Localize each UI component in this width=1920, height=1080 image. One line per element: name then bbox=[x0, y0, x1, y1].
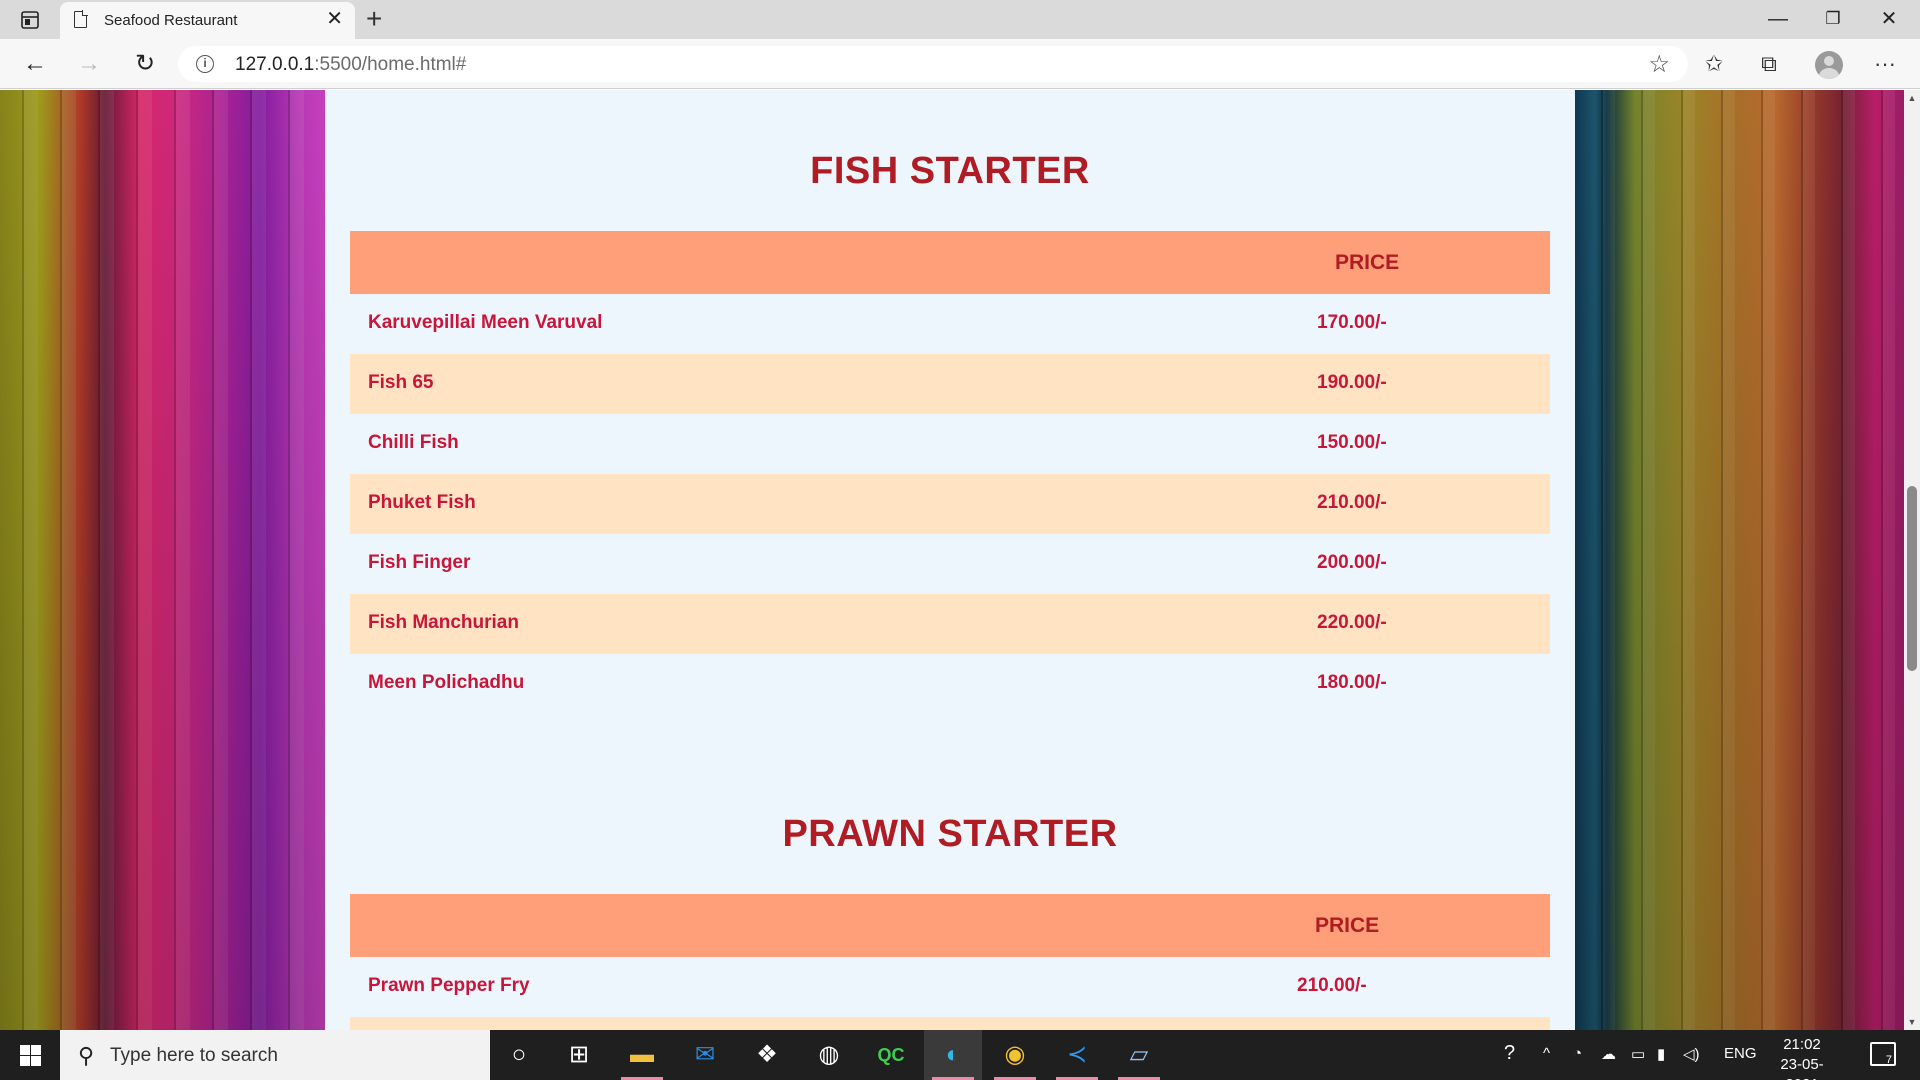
chrome-icon[interactable]: ◉ bbox=[986, 1030, 1044, 1080]
url-text: 127.0.0.1:5500/home.html# bbox=[235, 54, 466, 76]
menu-table-prawn: PRICE Prawn Pepper Fry 210.00/- bbox=[350, 894, 1550, 1030]
device-icon[interactable]: ▭ bbox=[1631, 1045, 1645, 1063]
price-header: PRICE bbox=[1335, 251, 1400, 274]
price-header: PRICE bbox=[1315, 914, 1380, 937]
item-name: Karuvepillai Meen Varuval bbox=[368, 312, 603, 333]
windows-taskbar: ⚲ Type here to search ○ ⊞ ▬ ✉ ❖ ◍ QC ◐ ◉… bbox=[0, 1030, 1920, 1080]
clock-time: 21:02 bbox=[1783, 1036, 1821, 1053]
item-price: 200.00/- bbox=[1317, 552, 1387, 573]
menu-content: FISH STARTER PRICE Karuvepillai Meen Var… bbox=[325, 90, 1575, 1030]
add-favorite-icon[interactable]: ☆ bbox=[1648, 50, 1670, 79]
cortana-icon[interactable]: ○ bbox=[490, 1030, 548, 1080]
table-row: Fish Finger 200.00/- bbox=[350, 534, 1550, 594]
collections-icon[interactable]: ⧉ bbox=[1752, 47, 1786, 81]
search-icon: ⚲ bbox=[78, 1043, 95, 1068]
onedrive-icon[interactable]: ☁ bbox=[1601, 1045, 1616, 1063]
scrollbar-thumb[interactable] bbox=[1907, 486, 1917, 671]
notifications-icon[interactable]: 7 bbox=[1870, 1042, 1896, 1066]
tab-strip: Seafood Restaurant ✕ + — ❐ ✕ bbox=[0, 0, 1920, 39]
table-row: Fish 65 190.00/- bbox=[350, 354, 1550, 414]
wood-background-left bbox=[0, 90, 325, 1030]
table-row: Fish Manchurian 220.00/- bbox=[350, 594, 1550, 654]
mail-icon[interactable]: ✉ bbox=[676, 1030, 734, 1080]
wifi-icon[interactable]: ◔ bbox=[1573, 1045, 1582, 1062]
github-icon[interactable]: ◍ bbox=[800, 1030, 858, 1080]
language-indicator[interactable]: ENG bbox=[1724, 1045, 1757, 1062]
edge-icon[interactable]: ◐ bbox=[924, 1030, 982, 1080]
tab-title: Seafood Restaurant bbox=[104, 12, 238, 29]
item-name: Prawn Pepper Fry bbox=[368, 975, 530, 996]
table-row: Prawn Pepper Fry 210.00/- bbox=[350, 957, 1550, 1017]
tab-seafood-restaurant[interactable]: Seafood Restaurant ✕ bbox=[60, 2, 355, 39]
refresh-button[interactable]: ↻ bbox=[128, 48, 162, 80]
section-title-prawn-starter: PRAWN STARTER bbox=[782, 813, 1118, 855]
site-info-icon[interactable]: i bbox=[196, 55, 214, 73]
table-row bbox=[350, 1017, 1550, 1030]
close-window-button[interactable]: ✕ bbox=[1866, 4, 1912, 34]
item-price: 150.00/- bbox=[1317, 432, 1387, 453]
item-price: 170.00/- bbox=[1317, 312, 1387, 333]
help-icon[interactable]: ? bbox=[1504, 1042, 1515, 1065]
more-options-icon[interactable]: ··· bbox=[1868, 47, 1902, 81]
restore-button[interactable]: ❐ bbox=[1810, 4, 1856, 34]
volume-icon[interactable]: ◁) bbox=[1683, 1045, 1700, 1063]
wood-background-right bbox=[1575, 90, 1904, 1030]
table-row: Karuvepillai Meen Varuval 170.00/- bbox=[350, 294, 1550, 354]
table-row: Phuket Fish 210.00/- bbox=[350, 474, 1550, 534]
back-button[interactable]: ← bbox=[18, 48, 52, 80]
notepad-icon[interactable]: ▱ bbox=[1110, 1030, 1168, 1080]
item-price: 210.00/- bbox=[1297, 975, 1367, 996]
url-path: :5500/home.html# bbox=[314, 54, 467, 75]
scroll-down-icon[interactable]: ▼ bbox=[1904, 1014, 1920, 1030]
battery-icon[interactable]: ▮ bbox=[1657, 1045, 1665, 1063]
vscode-icon[interactable]: ≺ bbox=[1048, 1030, 1106, 1080]
new-tab-button[interactable]: + bbox=[366, 4, 382, 34]
clock-date: 23-05-2021 bbox=[1780, 1056, 1824, 1080]
clock[interactable]: 21:02 23-05-2021 bbox=[1764, 1035, 1840, 1080]
item-name: Fish Finger bbox=[368, 552, 471, 573]
table-header: PRICE bbox=[350, 894, 1550, 957]
file-explorer-icon[interactable]: ▬ bbox=[613, 1030, 671, 1080]
tab-actions-icon[interactable] bbox=[10, 7, 50, 33]
item-price: 180.00/- bbox=[1317, 672, 1387, 693]
profile-avatar[interactable] bbox=[1815, 51, 1843, 79]
qt-creator-icon[interactable]: QC bbox=[862, 1030, 920, 1080]
item-price: 190.00/- bbox=[1317, 372, 1387, 393]
item-name: Fish 65 bbox=[368, 372, 434, 393]
address-bar: ← → ↻ i 127.0.0.1:5500/home.html# ☆ ✩ ⧉ … bbox=[0, 39, 1920, 89]
page-viewport: FISH STARTER PRICE Karuvepillai Meen Var… bbox=[0, 90, 1904, 1030]
vertical-scrollbar[interactable]: ▲ ▼ bbox=[1904, 90, 1920, 1030]
chevron-up-icon[interactable]: ^ bbox=[1543, 1045, 1550, 1062]
item-price: 210.00/- bbox=[1317, 492, 1387, 513]
scroll-up-icon[interactable]: ▲ bbox=[1904, 90, 1920, 106]
item-name: Chilli Fish bbox=[368, 432, 459, 453]
url-host: 127.0.0.1 bbox=[235, 54, 315, 75]
page-icon bbox=[74, 10, 88, 28]
item-price: 220.00/- bbox=[1317, 612, 1387, 633]
favorites-icon[interactable]: ✩ bbox=[1697, 47, 1731, 81]
url-field[interactable]: i 127.0.0.1:5500/home.html# ☆ bbox=[178, 46, 1688, 82]
notification-count: 7 bbox=[1885, 1054, 1892, 1066]
section-title-fish-starter: FISH STARTER bbox=[810, 150, 1090, 192]
item-name: Meen Polichadhu bbox=[368, 672, 525, 693]
item-name: Fish Manchurian bbox=[368, 612, 519, 633]
dropbox-icon[interactable]: ❖ bbox=[738, 1030, 796, 1080]
minimize-button[interactable]: — bbox=[1755, 4, 1801, 34]
search-placeholder: Type here to search bbox=[110, 1045, 278, 1066]
forward-button[interactable]: → bbox=[72, 48, 106, 80]
item-name: Phuket Fish bbox=[368, 492, 476, 513]
start-button[interactable] bbox=[0, 1030, 60, 1080]
taskbar-search-box[interactable]: ⚲ Type here to search bbox=[60, 1030, 490, 1080]
table-header: PRICE bbox=[350, 231, 1550, 294]
table-row: Chilli Fish 150.00/- bbox=[350, 414, 1550, 474]
table-row: Meen Polichadhu 180.00/- bbox=[350, 654, 1550, 714]
task-view-icon[interactable]: ⊞ bbox=[550, 1030, 608, 1080]
menu-table-fish: PRICE Karuvepillai Meen Varuval 170.00/- … bbox=[350, 231, 1550, 714]
close-tab-icon[interactable]: ✕ bbox=[326, 9, 343, 29]
